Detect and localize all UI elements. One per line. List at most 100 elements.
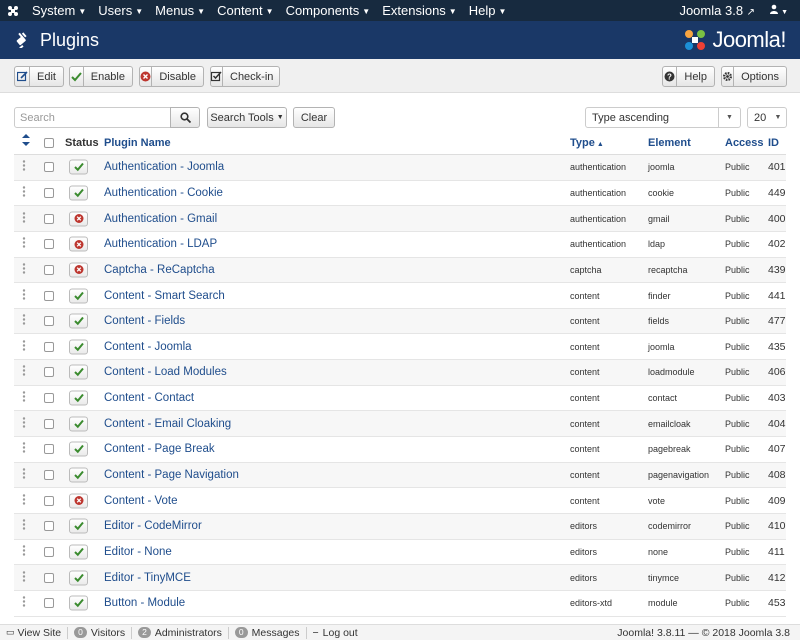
plugin-name-link[interactable]: Content - Joomla — [104, 341, 192, 353]
plugin-name-link[interactable]: Authentication - Gmail — [104, 213, 217, 225]
plugin-name-link[interactable]: Editor - None — [104, 546, 172, 558]
logout-link[interactable]: − Log out — [307, 627, 364, 639]
enabled-status-button[interactable] — [69, 159, 88, 175]
select-all-checkbox[interactable] — [44, 138, 54, 148]
column-id[interactable]: ID — [768, 132, 779, 154]
row-checkbox[interactable] — [44, 162, 54, 173]
options-button[interactable]: Options — [721, 66, 787, 87]
enabled-status-button[interactable] — [69, 339, 88, 355]
plugin-name-link[interactable]: Authentication - Cookie — [104, 187, 223, 199]
plugin-name-link[interactable]: Content - Fields — [104, 315, 185, 327]
row-checkbox[interactable] — [44, 290, 54, 301]
enabled-status-button[interactable] — [69, 595, 88, 611]
drag-handle-icon[interactable] — [22, 160, 28, 175]
disabled-status-button[interactable] — [69, 262, 88, 278]
enabled-status-button[interactable] — [69, 518, 88, 534]
disabled-status-button[interactable] — [69, 236, 88, 252]
plugin-name-link[interactable]: Content - Page Break — [104, 443, 215, 455]
enabled-status-button[interactable] — [69, 185, 88, 201]
drag-handle-icon[interactable] — [22, 365, 28, 380]
row-checkbox[interactable] — [44, 470, 54, 480]
drag-handle-icon[interactable] — [22, 570, 28, 585]
menu-item-components[interactable]: Components ▼ — [280, 0, 377, 21]
enabled-status-button[interactable] — [69, 416, 88, 432]
drag-handle-icon[interactable] — [22, 262, 28, 277]
row-checkbox[interactable] — [44, 367, 54, 378]
menu-item-content[interactable]: Content ▼ — [211, 0, 279, 21]
messages-link[interactable]: 0 Messages — [229, 626, 307, 639]
menu-item-menus[interactable]: Menus ▼ — [149, 0, 211, 21]
enable-button[interactable]: Enable — [69, 66, 133, 87]
column-status[interactable]: Status — [65, 132, 99, 154]
row-checkbox[interactable] — [44, 213, 54, 224]
sort-ordering-icon[interactable] — [22, 132, 30, 154]
enabled-status-button[interactable] — [69, 467, 88, 483]
drag-handle-icon[interactable] — [22, 314, 28, 329]
disable-button[interactable]: Disable — [139, 66, 204, 87]
row-checkbox[interactable] — [44, 495, 54, 506]
drag-handle-icon[interactable] — [22, 237, 28, 252]
search-button[interactable] — [170, 107, 200, 128]
enabled-status-button[interactable] — [69, 570, 88, 586]
row-checkbox[interactable] — [44, 572, 54, 583]
plugin-name-link[interactable]: Content - Load Modules — [104, 366, 227, 378]
row-checkbox[interactable] — [44, 264, 54, 275]
edit-button[interactable]: Edit — [14, 66, 64, 87]
joomla-logo-icon[interactable] — [0, 0, 26, 21]
plugin-name-link[interactable]: Content - Smart Search — [104, 290, 225, 302]
row-checkbox[interactable] — [44, 598, 54, 609]
drag-handle-icon[interactable] — [22, 468, 28, 483]
menu-item-help[interactable]: Help ▼ — [463, 0, 513, 21]
user-menu-icon[interactable]: ▼ — [763, 4, 800, 17]
help-button[interactable]: ? Help — [662, 66, 715, 87]
plugin-name-link[interactable]: Content - Vote — [104, 495, 178, 507]
search-input[interactable] — [14, 107, 171, 128]
column-access[interactable]: Access — [725, 132, 764, 154]
drag-handle-icon[interactable] — [22, 493, 28, 508]
enabled-status-button[interactable] — [69, 544, 88, 560]
menu-item-users[interactable]: Users ▼ — [92, 0, 149, 21]
disabled-status-button[interactable] — [69, 211, 88, 227]
row-checkbox[interactable] — [44, 546, 54, 557]
row-checkbox[interactable] — [44, 393, 54, 404]
view-site-link[interactable]: ▭ View Site — [0, 626, 69, 639]
row-checkbox[interactable] — [44, 316, 54, 327]
plugin-name-link[interactable]: Editor - CodeMirror — [104, 520, 202, 532]
row-checkbox[interactable] — [44, 418, 54, 429]
checkin-button[interactable]: Check-in — [210, 66, 280, 87]
row-checkbox[interactable] — [44, 521, 54, 532]
plugin-name-link[interactable]: Button - Module — [104, 597, 185, 609]
clear-button[interactable]: Clear — [293, 107, 335, 128]
plugin-name-link[interactable]: Content - Contact — [104, 392, 194, 404]
search-tools-button[interactable]: Search Tools ▼ — [207, 107, 287, 128]
plugin-name-link[interactable]: Captcha - ReCaptcha — [104, 264, 215, 276]
column-element[interactable]: Element — [648, 132, 691, 154]
view-site-link[interactable]: Joomla 3.8 ↗ — [671, 3, 763, 18]
row-checkbox[interactable] — [44, 187, 54, 198]
enabled-status-button[interactable] — [69, 390, 88, 406]
plugin-name-link[interactable]: Authentication - LDAP — [104, 238, 217, 250]
plugin-name-link[interactable]: Content - Email Cloaking — [104, 418, 231, 430]
row-checkbox[interactable] — [44, 341, 54, 352]
menu-item-system[interactable]: System ▼ — [26, 0, 92, 21]
menu-item-extensions[interactable]: Extensions ▼ — [376, 0, 463, 21]
drag-handle-icon[interactable] — [22, 339, 28, 354]
drag-handle-icon[interactable] — [22, 185, 28, 200]
plugin-name-link[interactable]: Content - Page Navigation — [104, 469, 239, 481]
enabled-status-button[interactable] — [69, 364, 88, 380]
drag-handle-icon[interactable] — [22, 211, 28, 226]
plugin-name-link[interactable]: Editor - TinyMCE — [104, 572, 191, 584]
enabled-status-button[interactable] — [69, 441, 88, 457]
drag-handle-icon[interactable] — [22, 288, 28, 303]
drag-handle-icon[interactable] — [22, 596, 28, 611]
drag-handle-icon[interactable] — [22, 391, 28, 406]
enabled-status-button[interactable] — [69, 288, 88, 304]
column-type[interactable]: Type ▲ — [570, 132, 604, 156]
enabled-status-button[interactable] — [69, 313, 88, 329]
drag-handle-icon[interactable] — [22, 544, 28, 559]
row-checkbox[interactable] — [44, 239, 54, 250]
limit-select[interactable]: 20 ▼ — [747, 107, 787, 128]
ordering-select[interactable]: Type ascending ▼ — [585, 107, 741, 128]
column-plugin-name[interactable]: Plugin Name — [104, 132, 171, 154]
plugin-name-link[interactable]: Authentication - Joomla — [104, 161, 224, 173]
